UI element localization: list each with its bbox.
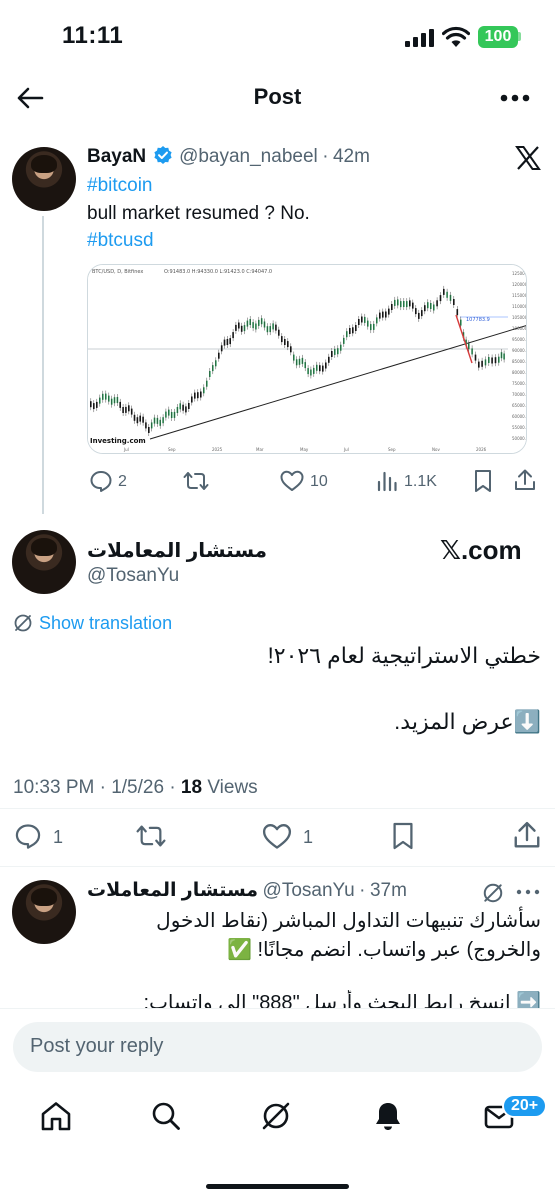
- thread-line: [42, 216, 44, 514]
- views-count: 18: [180, 777, 203, 798]
- price-axis-label: 80000.0: [512, 370, 527, 375]
- time-axis-label: Sep: [168, 447, 176, 452]
- time-axis-label: Jul: [343, 447, 349, 452]
- price-axis-label: 50000.0: [512, 436, 527, 441]
- time-axis-label: Sep: [388, 447, 396, 452]
- post-timestamp[interactable]: 10:33 PM · 1/5/26 ·: [13, 777, 181, 798]
- search-icon[interactable]: [151, 1101, 181, 1131]
- more-options-icon[interactable]: [516, 889, 540, 895]
- price-axis-label: 70000.0: [512, 392, 527, 397]
- translate-icon[interactable]: [13, 613, 33, 633]
- price-axis-label: 75000.0: [512, 381, 527, 386]
- author-handle[interactable]: @TosanYu: [263, 880, 355, 901]
- avatar[interactable]: [12, 147, 76, 211]
- time-axis-label: Nov: [432, 447, 440, 452]
- page-title: Post: [253, 84, 302, 109]
- post-author-row: BayaN @bayan_nabeel · 42m: [87, 145, 370, 168]
- post-meta: 10:33 PM · 1/5/26 · 18 Views: [13, 777, 258, 799]
- view-count: 1.1K: [404, 473, 437, 490]
- author-name[interactable]: مستشار المعاملات: [87, 880, 258, 901]
- post-text-line: خطتي الاستراتيجية لعام ٢٠٢٦!: [267, 643, 541, 668]
- views-label: Views: [202, 777, 258, 798]
- home-indicator: [206, 1184, 349, 1189]
- post-text: bull market resumed ? No.: [87, 203, 310, 224]
- price-axis-label: 115000.0: [512, 293, 527, 298]
- separator-dot: ·: [359, 880, 366, 901]
- cellular-signal-icon: [405, 29, 435, 47]
- divider: [0, 866, 555, 867]
- price-axis-label: 105000.0: [512, 315, 527, 320]
- divider: [0, 808, 555, 809]
- verified-badge-icon: [153, 145, 173, 165]
- bookmark-icon[interactable]: [473, 469, 493, 493]
- notifications-bell-icon[interactable]: [373, 1100, 403, 1132]
- views-icon[interactable]: [377, 470, 399, 492]
- share-icon[interactable]: [513, 820, 541, 850]
- time-axis-label: Jul: [123, 447, 129, 452]
- separator-dot: ·: [322, 146, 329, 167]
- reply-placeholder: Post your reply: [30, 1035, 164, 1057]
- price-axis-label: 110000.0: [512, 304, 527, 309]
- repost-icon[interactable]: [183, 469, 209, 493]
- like-count: 10: [310, 473, 328, 490]
- grok-icon[interactable]: [482, 882, 504, 904]
- price-axis-label: 65000.0: [512, 403, 527, 408]
- promo-brand: 𝕏.com: [440, 535, 522, 565]
- repost-icon[interactable]: [135, 822, 167, 850]
- reply-text-line: ➡️ انسخ رابط البحث وأرسل "888" إلى واتسا…: [143, 992, 541, 1008]
- time-axis-label: Mar: [256, 447, 264, 452]
- show-translation-link[interactable]: Show translation: [39, 613, 172, 634]
- status-time: 11:11: [62, 22, 124, 49]
- wifi-icon: [442, 26, 470, 48]
- author-handle[interactable]: @TosanYu: [87, 565, 179, 587]
- author-handle[interactable]: @bayan_nabeel: [179, 146, 318, 167]
- price-axis-label: 55000.0: [512, 425, 527, 430]
- reply-text-line: والخروج) عبر واتساب. انضم مجانًا! ✅: [227, 939, 541, 961]
- time-axis-label: 2025: [212, 447, 223, 452]
- notification-count-badge: 20+: [502, 1094, 548, 1118]
- price-axis-label: 85000.0: [512, 359, 527, 364]
- price-axis-label: 120000.0: [512, 282, 527, 287]
- price-chart: 125000.0 120000.0 115000.0 110000.0 105000.0…: [88, 265, 527, 453]
- price-axis-label: 125000.0: [512, 271, 527, 276]
- avatar[interactable]: [12, 880, 76, 944]
- share-icon[interactable]: [514, 468, 536, 492]
- grok-icon[interactable]: [260, 1100, 292, 1132]
- like-icon[interactable]: [280, 470, 304, 492]
- price-axis-label: 100000.0: [512, 326, 527, 331]
- price-axis-label: 60000.0: [512, 414, 527, 419]
- like-icon[interactable]: [262, 823, 292, 850]
- reply-count: 2: [118, 473, 127, 490]
- reply-icon[interactable]: [89, 469, 113, 493]
- reply-icon[interactable]: [13, 822, 43, 850]
- battery-nub: [518, 32, 521, 41]
- x-logo-icon: [515, 146, 541, 170]
- avatar[interactable]: [12, 530, 76, 594]
- reply-count: 1: [53, 827, 64, 847]
- resistance-level-label: 107783.9: [466, 317, 490, 323]
- time-axis-label: 2026: [476, 447, 487, 452]
- reply-text-line: سأشارك تنبيهات التداول المباشر (نقاط الد…: [156, 910, 541, 932]
- chart-image[interactable]: 125000.0 120000.0 115000.0 110000.0 105000.0…: [87, 264, 527, 454]
- price-axis-label: 95000.0: [512, 337, 527, 342]
- bookmark-icon[interactable]: [391, 821, 415, 851]
- more-options-icon[interactable]: [500, 94, 530, 102]
- home-icon[interactable]: [40, 1101, 72, 1131]
- reply-author-row: مستشار المعاملات @TosanYu · 37m: [87, 879, 407, 902]
- post-text-line: ⬇️عرض المزيد.: [394, 709, 541, 734]
- hashtag-link[interactable]: #bitcoin: [87, 172, 153, 199]
- post-time[interactable]: 37m: [370, 880, 407, 901]
- chart-watermark: Investing.com: [90, 437, 146, 445]
- price-axis-label: 90000.0: [512, 348, 527, 353]
- post-time[interactable]: 42m: [333, 146, 370, 167]
- author-name[interactable]: BayaN: [87, 146, 146, 167]
- like-count: 1: [303, 827, 314, 847]
- hashtag-link[interactable]: #btcusd: [87, 227, 154, 254]
- time-axis-label: May: [300, 447, 309, 452]
- battery-indicator: 100: [478, 26, 518, 48]
- chart-header: BTC/USD, D, Bitfinex: [92, 269, 143, 275]
- chart-ohlc: O:91483.0 H:94330.0 L:91423.0 C:94047.0: [164, 269, 272, 275]
- author-name[interactable]: مستشار المعاملات: [87, 538, 267, 563]
